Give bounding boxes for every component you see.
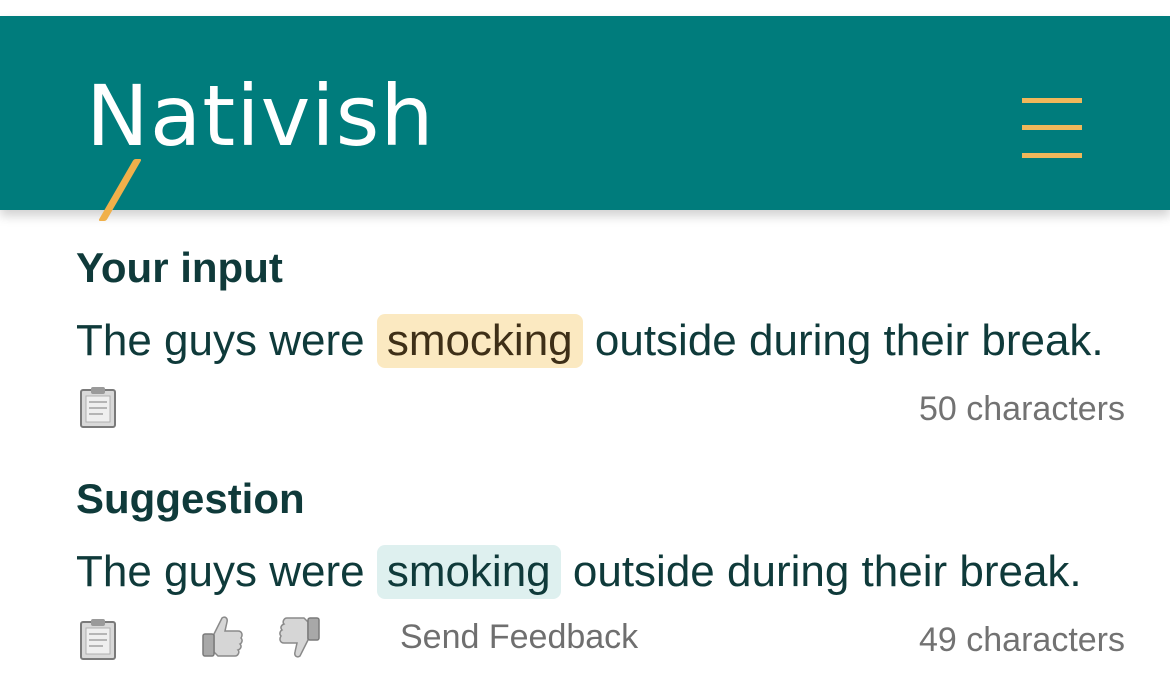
input-sentence: The guys were smocking outside during th… [76,314,1104,368]
send-feedback-link[interactable]: Send Feedback [400,618,638,657]
menu-bar-bottom [1022,153,1082,158]
thumbs-down-icon[interactable] [278,614,322,660]
suggestion-correction-highlight[interactable]: smoking [376,545,561,599]
thumbs-up-icon[interactable] [200,614,244,660]
logo-text: Nativish [86,67,435,165]
suggestion-section-title: Suggestion [76,475,305,522]
suggestion-character-count: 49 characters [919,621,1125,659]
input-character-count: 50 characters [919,390,1125,428]
logo-accent-stroke [98,159,142,221]
app-header: Nativish [0,16,1170,221]
suggestion-text-after: outside during their break. [572,547,1082,596]
input-section-title: Your input [76,244,283,291]
suggestion-text-before: The guys were [76,547,365,596]
menu-bar-middle [1022,125,1082,130]
clipboard-icon[interactable] [79,618,117,660]
top-strip [0,0,1170,16]
suggestion-sentence: The guys were smoking outside during the… [76,545,1082,599]
hamburger-menu-icon[interactable] [1020,98,1084,160]
menu-bar-top [1022,98,1082,103]
input-text-after: outside during their break. [594,316,1104,365]
clipboard-icon[interactable] [79,386,117,428]
input-error-highlight[interactable]: smocking [376,314,583,368]
nativish-logo[interactable]: Nativish [86,67,435,221]
input-text-before: The guys were [76,316,365,365]
